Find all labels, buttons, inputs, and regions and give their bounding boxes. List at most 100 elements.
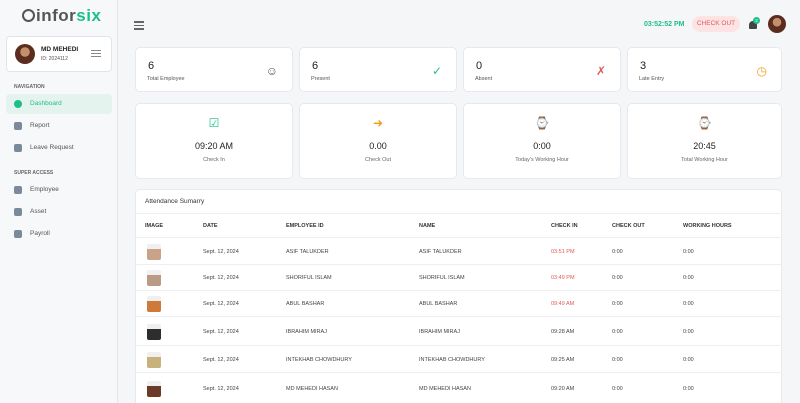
- sidebar-item-leave-request[interactable]: Leave Request: [6, 138, 112, 158]
- row-check-out: 0:00: [612, 275, 623, 281]
- attendance-title: Attendance Sumarry: [145, 198, 205, 205]
- menu-icon[interactable]: [91, 50, 101, 59]
- employee-photo: [147, 324, 161, 340]
- check-out-label: Check Out: [365, 157, 391, 163]
- card-check-in: ☑ 09:20 AM Check In: [135, 103, 293, 179]
- row-name: IBRAHIM MIRAJ: [419, 329, 460, 335]
- total-working-hour-label: Total Working Hour: [681, 157, 728, 163]
- super-access-section-label: SUPER ACCESS: [14, 170, 54, 176]
- row-working-hours: 0:00: [683, 329, 694, 335]
- stat-value: 0: [476, 60, 483, 72]
- clock: 03:52:52 PM: [644, 21, 685, 28]
- dashboard-icon: [14, 100, 22, 108]
- row-name: ABUL BASHAR: [419, 301, 458, 307]
- row-check-in: 09:49 AM: [551, 301, 575, 307]
- user-clock-icon: ◷: [756, 64, 767, 78]
- brand-logo[interactable]: inforsix: [22, 6, 101, 26]
- sidebar: inforsix MD MEHEDI ID: 2024112 NAVIGATIO…: [0, 0, 118, 403]
- user-card[interactable]: MD MEHEDI ID: 2024112: [6, 36, 112, 72]
- stat-label: Absent: [475, 76, 493, 82]
- sidebar-item-report[interactable]: Report: [6, 116, 112, 136]
- col-header-image: IMAGE: [145, 223, 164, 229]
- stat-label: Late Entry: [639, 76, 665, 82]
- row-employee-id: ABUL BASHAR: [286, 301, 325, 307]
- check-in-label: Check In: [203, 157, 225, 163]
- check-out-button[interactable]: CHECK OUT: [692, 16, 740, 32]
- row-employee-id: MD MEHEDI HASAN: [286, 386, 338, 392]
- check-out-value: 0.00: [369, 141, 387, 151]
- employee-photo: [147, 352, 161, 368]
- row-check-out: 0:00: [612, 386, 623, 392]
- row-working-hours: 0:00: [683, 275, 694, 281]
- report-icon: [14, 122, 22, 130]
- asset-icon: [14, 208, 22, 216]
- stat-late-entry: 3 Late Entry ◷: [627, 47, 782, 92]
- row-date: Sept. 12, 2024: [203, 301, 239, 307]
- row-name: ASIF TALUKDER: [419, 249, 462, 255]
- todays-working-hour-value: 0:00: [533, 141, 551, 151]
- user-check-icon: ✓: [431, 64, 442, 78]
- exit-icon: ➜: [372, 116, 384, 130]
- sidebar-item-label: Employee: [30, 186, 59, 193]
- total-working-hour-value: 20:45: [693, 141, 716, 151]
- users-icon: ☺: [265, 64, 278, 78]
- row-name: SHORIFUL ISLAM: [419, 275, 465, 281]
- row-name: MD MEHEDI HASAN: [419, 386, 471, 392]
- sidebar-item-label: Asset: [30, 208, 47, 215]
- stat-total-employee: 6 Total Employee ☺: [135, 47, 293, 92]
- stat-value: 6: [148, 60, 155, 72]
- stat-label: Present: [311, 76, 330, 82]
- row-date: Sept. 12, 2024: [203, 275, 239, 281]
- row-check-in: 09:28 AM: [551, 329, 575, 335]
- employee-photo: [147, 381, 161, 397]
- notification-badge: 2: [753, 17, 760, 24]
- employee-photo: [147, 244, 161, 260]
- card-check-out: ➜ 0.00 Check Out: [299, 103, 457, 179]
- sidebar-item-label: Leave Request: [30, 144, 74, 151]
- topbar: 03:52:52 PM CHECK OUT 2: [118, 0, 800, 46]
- col-header-date: DATE: [203, 223, 218, 229]
- row-name: INTEKHAB CHOWDHURY: [419, 357, 485, 363]
- sidebar-item-label: Payroll: [30, 230, 50, 237]
- row-employee-id: IBRAHIM MIRAJ: [286, 329, 327, 335]
- user-x-icon: ✗: [595, 64, 606, 78]
- check-in-value: 09:20 AM: [194, 141, 234, 151]
- sidebar-item-label: Report: [30, 122, 50, 129]
- sidebar-item-label: Dashboard: [30, 100, 62, 107]
- table-row[interactable]: Sept. 12, 2024 IBRAHIM MIRAJ IBRAHIM MIRAJ…: [135, 316, 782, 345]
- sidebar-item-payroll[interactable]: Payroll: [6, 224, 112, 244]
- employee-photo: [147, 296, 161, 312]
- stat-label: Total Employee: [147, 76, 185, 82]
- profile-avatar[interactable]: [768, 15, 786, 33]
- row-check-in: 09:25 AM: [551, 357, 575, 363]
- divider: [135, 213, 782, 214]
- row-check-in: 03:51 PM: [551, 249, 575, 255]
- col-header-check-out: CHECK OUT: [612, 223, 645, 229]
- row-date: Sept. 12, 2024: [203, 329, 239, 335]
- sidebar-item-asset[interactable]: Asset: [6, 202, 112, 222]
- stat-absent: 0 Absent ✗: [463, 47, 621, 92]
- calendar-icon: [14, 144, 22, 152]
- check-square-icon: ☑: [208, 116, 220, 130]
- watch-icon: ⌚: [534, 116, 550, 130]
- row-employee-id: SHORIFUL ISLAM: [286, 275, 332, 281]
- hamburger-icon[interactable]: [134, 21, 144, 32]
- payroll-icon: [14, 230, 22, 238]
- sidebar-item-dashboard[interactable]: Dashboard: [6, 94, 112, 114]
- stat-value: 3: [640, 60, 647, 72]
- card-total-working-hour: ⌚ 20:45 Total Working Hour: [627, 103, 782, 179]
- sidebar-item-employee[interactable]: Employee: [6, 180, 112, 200]
- row-check-out: 0:00: [612, 249, 623, 255]
- bell-icon[interactable]: 2: [748, 17, 760, 29]
- table-row[interactable]: Sept. 12, 2024 MD MEHEDI HASAN MD MEHEDI H…: [135, 372, 782, 403]
- row-check-in: 03:49 PM: [551, 275, 575, 281]
- table-row[interactable]: Sept. 12, 2024 ASIF TALUKDER ASIF TALUKDER…: [135, 237, 782, 264]
- user-name: MD MEHEDI: [41, 46, 79, 53]
- table-row[interactable]: Sept. 12, 2024 SHORIFUL ISLAM SHORIFUL ISL…: [135, 264, 782, 290]
- table-row[interactable]: Sept. 12, 2024 INTEKHAB CHOWDHURY INTEKHAB…: [135, 345, 782, 372]
- employee-icon: [14, 186, 22, 194]
- table-row[interactable]: Sept. 12, 2024 ABUL BASHAR ABUL BASHAR 09:4…: [135, 290, 782, 316]
- watch-icon: ⌚: [697, 116, 712, 130]
- row-working-hours: 0:00: [683, 357, 694, 363]
- employee-photo: [147, 270, 161, 286]
